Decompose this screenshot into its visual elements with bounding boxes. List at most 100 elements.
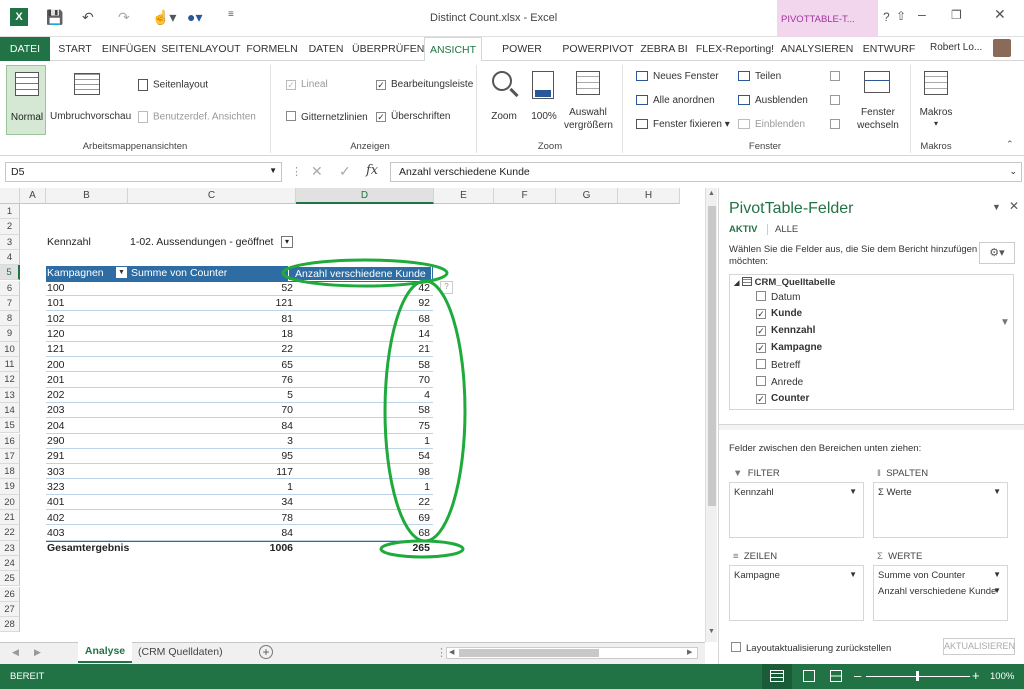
field-item[interactable]: ✓ Counter [756, 393, 809, 404]
row-header-1[interactable]: 1 [0, 204, 20, 220]
distinct-cell[interactable]: 69 [300, 511, 430, 526]
row-header-17[interactable]: 17 [0, 448, 20, 465]
column-header-h[interactable]: H [618, 188, 680, 204]
new-window-button[interactable]: Neues Fenster [636, 71, 719, 82]
customize-icon[interactable]: ●▾ [187, 9, 202, 26]
sum-cell[interactable]: 84 [131, 419, 293, 434]
distinct-cell[interactable]: 21 [300, 342, 430, 357]
name-box-dropdown-icon[interactable]: ▼ [269, 166, 277, 175]
pane-close-icon[interactable]: ✕ [1009, 199, 1019, 213]
tab-power-query[interactable]: POWER QUERY [484, 37, 560, 79]
rows-area[interactable]: Kampagne ▼ [729, 565, 864, 621]
distinct-cell[interactable]: 42 [300, 281, 430, 296]
column-header-a[interactable]: A [20, 188, 46, 204]
distinct-cell[interactable]: 58 [300, 358, 430, 373]
normal-view-toggle[interactable] [762, 664, 792, 689]
tab-entwurf[interactable]: ENTWURF [858, 37, 920, 61]
row-header-11[interactable]: 11 [0, 357, 20, 373]
campaign-cell[interactable]: 100 [47, 281, 125, 296]
sync-scroll-icon[interactable] [830, 95, 840, 105]
sheet-tab-analyse[interactable]: Analyse [78, 642, 132, 663]
field-item[interactable]: ✓ Kampagne [756, 342, 822, 353]
column-header-f[interactable]: F [494, 188, 556, 204]
sum-cell[interactable]: 34 [131, 495, 293, 510]
row-header-6[interactable]: 6 [0, 280, 20, 296]
zoom-in-icon[interactable]: + [972, 668, 980, 683]
field-item[interactable]: Anrede [756, 376, 803, 388]
filter-area-item[interactable]: Kennzahl ▼ [734, 487, 857, 498]
field-checkbox-icon[interactable]: ✓ [756, 343, 766, 353]
new-sheet-button[interactable]: + [259, 645, 273, 659]
filter-label-cell[interactable]: Kennzahl [47, 235, 127, 250]
tab-analysieren[interactable]: ANALYSIEREN [778, 37, 856, 61]
insert-function-icon[interactable]: fx [366, 163, 378, 178]
sum-cell[interactable]: 52 [131, 281, 293, 296]
scroll-left-icon[interactable]: ◀ [449, 648, 454, 656]
row-header-14[interactable]: 14 [0, 402, 20, 419]
tab-powerpivot[interactable]: POWERPIVOT [562, 37, 634, 61]
field-item[interactable]: Betreff [756, 359, 800, 371]
tab-start[interactable]: START [52, 37, 98, 61]
collapse-table-icon[interactable]: ◢ [734, 280, 739, 287]
row-header-7[interactable]: 7 [0, 295, 20, 312]
row-header-19[interactable]: 19 [0, 479, 20, 495]
row-header-21[interactable]: 21 [0, 510, 20, 526]
formula-bar-checkbox[interactable]: ✓ Bearbeitungsleiste [376, 79, 473, 90]
values-area-item[interactable]: Anzahl verschiedene Kunde ▼ [878, 586, 1001, 597]
campaign-cell[interactable]: 303 [47, 465, 125, 480]
sum-cell[interactable]: 78 [131, 511, 293, 526]
update-button[interactable]: AKTUALISIEREN [943, 638, 1015, 655]
columns-area-item[interactable]: Σ Werte ▼ [878, 487, 1001, 498]
tab-ansicht[interactable]: ANSICHT [424, 37, 482, 62]
sum-cell[interactable]: 22 [131, 342, 293, 357]
distinct-cell[interactable]: 22 [300, 495, 430, 510]
distinct-cell[interactable]: 1 [300, 434, 430, 449]
campaign-cell[interactable]: 202 [47, 388, 125, 403]
hide-button[interactable]: Ausblenden [738, 95, 808, 106]
row-header-23[interactable]: 23 [0, 540, 20, 556]
row-header-15[interactable]: 15 [0, 418, 20, 434]
sum-cell[interactable]: 3 [131, 434, 293, 449]
zoom-to-selection-button[interactable]: Auswahl vergrößern [564, 65, 613, 141]
total-sum[interactable]: 1006 [131, 541, 293, 556]
restore-icon[interactable]: ❐ [951, 8, 962, 22]
rows-item-dropdown-icon[interactable]: ▼ [849, 570, 857, 579]
split-button[interactable]: Teilen [738, 71, 781, 82]
sum-cell[interactable]: 95 [131, 449, 293, 464]
row-header-12[interactable]: 12 [0, 372, 20, 388]
formula-input[interactable]: Anzahl verschiedene Kunde ⌄ [390, 162, 1022, 182]
campaign-cell[interactable]: 403 [47, 526, 125, 541]
quick-analysis-icon[interactable]: ? [440, 280, 453, 294]
page-break-toggle-icon[interactable] [830, 670, 842, 682]
field-checkbox-icon[interactable] [756, 376, 766, 386]
next-sheet-icon[interactable]: ▶ [34, 647, 41, 658]
distinct-cell[interactable]: 58 [300, 403, 430, 418]
freeze-panes-button[interactable]: Fenster fixieren ▾ [636, 119, 730, 130]
kennzahl-filter-icon[interactable]: ▼ [1000, 317, 1010, 328]
row-header-24[interactable]: 24 [0, 555, 20, 572]
rows-area-item[interactable]: Kampagne ▼ [734, 570, 857, 581]
tab-flex-reporting[interactable]: FLEX-Reporting! [694, 37, 776, 61]
row-header-26[interactable]: 26 [0, 586, 20, 602]
sheet-tab-crm[interactable]: (CRM Quelldaten) [138, 646, 223, 658]
headings-checkbox[interactable]: ✓ Überschriften [376, 111, 450, 122]
name-box[interactable]: D5 ▼ [5, 162, 282, 182]
tab-seitenlayout[interactable]: SEITENLAYOUT [160, 37, 242, 61]
campaign-cell[interactable]: 200 [47, 358, 125, 373]
total-distinct[interactable]: 265 [300, 541, 430, 556]
unhide-button[interactable]: Einblenden [738, 119, 805, 130]
campaign-cell[interactable]: 201 [47, 373, 125, 388]
zoom-out-icon[interactable]: – [854, 668, 861, 683]
distinct-cell[interactable]: 68 [300, 526, 430, 541]
cancel-entry-icon[interactable]: ✕ [311, 163, 323, 180]
horizontal-scrollbar[interactable]: ◀ ▶ [446, 647, 698, 659]
field-item[interactable]: ✓ Kunde [756, 308, 802, 319]
user-name[interactable]: Robert Lo... [930, 42, 982, 53]
column-header-b[interactable]: B [46, 188, 128, 204]
field-checkbox-icon[interactable] [756, 291, 766, 301]
reset-position-icon[interactable] [830, 119, 840, 129]
field-item[interactable]: Datum [756, 291, 800, 303]
tab-ueberpruefen[interactable]: ÜBERPRÜFEN [352, 37, 424, 61]
distinct-cell[interactable]: 68 [300, 312, 430, 327]
help-icon[interactable]: ? [883, 10, 890, 24]
